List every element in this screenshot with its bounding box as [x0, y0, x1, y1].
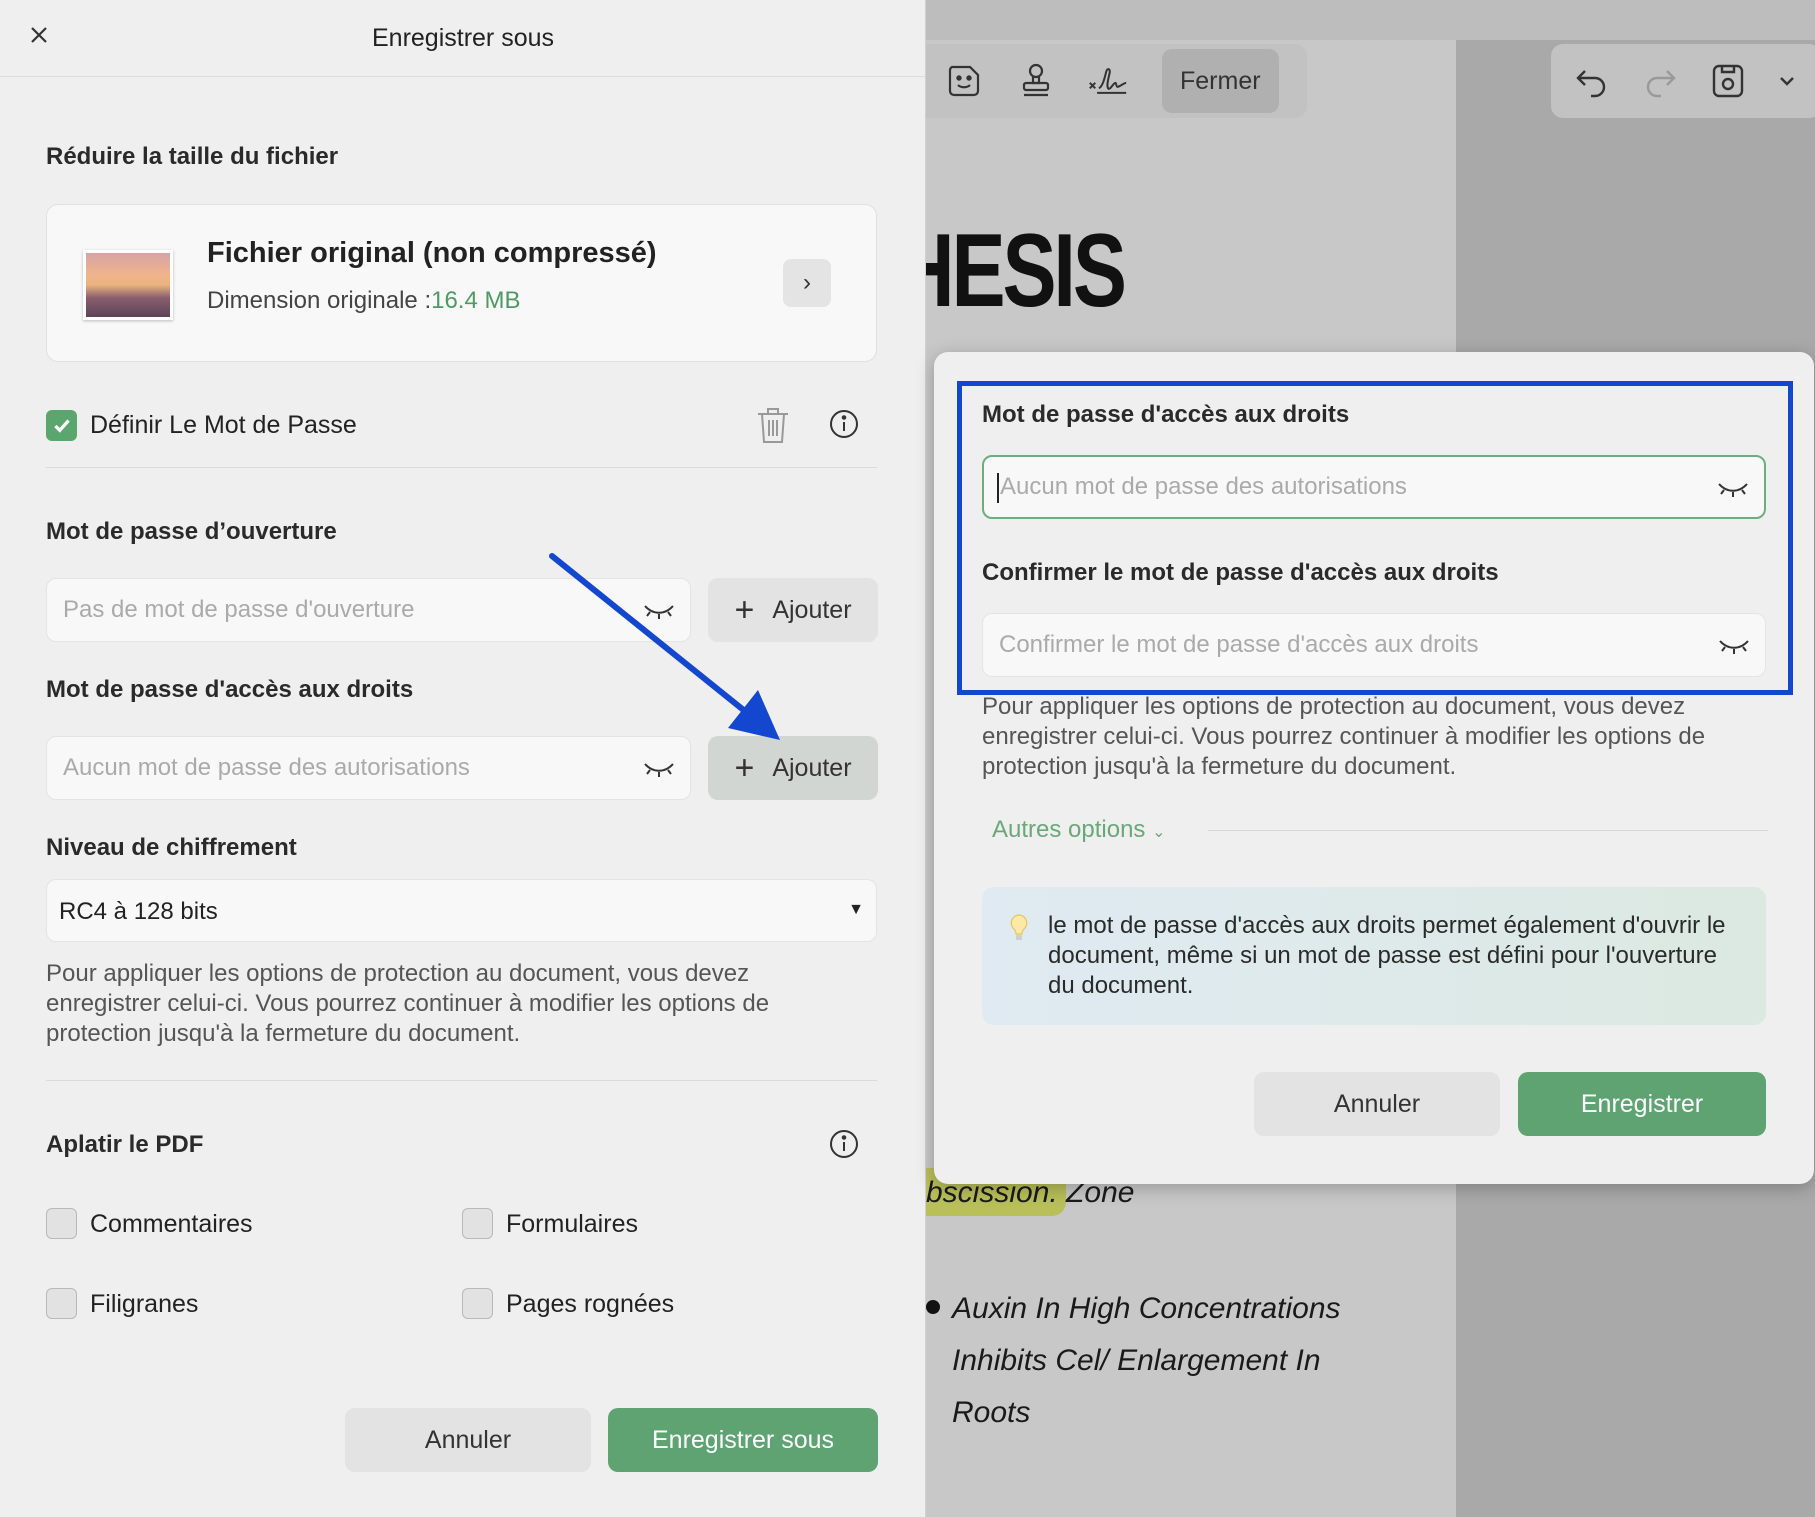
confirm-password-title: Confirmer le mot de passe d'accès aux dr… — [982, 559, 1499, 586]
document-heading: HESIS — [926, 213, 1127, 329]
trash-icon[interactable] — [754, 404, 792, 446]
dropdown-arrow-icon: ▼ — [848, 901, 864, 918]
eye-closed-icon[interactable] — [1717, 632, 1751, 658]
tip-box: le mot de passe d'accès aux droits perme… — [982, 887, 1766, 1025]
comments-label: Commentaires — [90, 1210, 253, 1238]
comments-checkbox[interactable] — [46, 1208, 77, 1239]
eye-closed-icon[interactable] — [642, 755, 676, 781]
eye-closed-icon[interactable] — [1716, 475, 1750, 501]
signature-icon[interactable] — [1086, 59, 1130, 103]
more-options-toggle[interactable]: Autres options ⌄ — [992, 816, 1166, 844]
file-size-label: Dimension originale : — [207, 287, 432, 314]
open-password-title: Mot de passe d’ouverture — [46, 518, 337, 545]
permissions-dialog-title: Mot de passe d'accès aux droits — [982, 401, 1350, 428]
set-password-row: Définir Le Mot de Passe — [46, 408, 877, 468]
encryption-level-value: RC4 à 128 bits — [59, 898, 218, 925]
permissions-password-input[interactable] — [47, 737, 690, 799]
dialog-header: Enregistrer sous — [0, 0, 926, 77]
bullet-icon — [926, 1300, 940, 1314]
add-open-password-button[interactable]: + Ajouter — [708, 578, 878, 642]
save-button[interactable]: Enregistrer — [1518, 1072, 1766, 1136]
sticker-icon[interactable] — [942, 59, 986, 103]
compression-option-card[interactable]: Fichier original (non compressé) Dimensi… — [46, 204, 877, 362]
undo-icon[interactable] — [1573, 62, 1611, 100]
open-password-field[interactable] — [46, 578, 691, 642]
flatten-title: Aplatir le PDF — [46, 1131, 204, 1158]
open-password-input[interactable] — [47, 579, 690, 641]
forms-label: Formulaires — [506, 1210, 638, 1238]
watermarks-checkbox[interactable] — [46, 1288, 77, 1319]
document-line: Roots — [952, 1396, 1031, 1429]
save-as-dialog: Enregistrer sous Réduire la taille du fi… — [0, 0, 926, 1517]
dialog-title: Enregistrer sous — [371, 24, 555, 52]
document-line: Auxin In High Concentrations — [952, 1292, 1341, 1325]
annotation-toolbar: Fermer — [926, 44, 1307, 118]
forms-checkbox[interactable] — [462, 1208, 493, 1239]
file-option-name: Fichier original (non compressé) — [207, 237, 657, 269]
watermarks-label: Filigranes — [90, 1290, 199, 1318]
window-top-strip — [926, 0, 1815, 40]
stamp-icon[interactable] — [1014, 59, 1058, 103]
tip-text: le mot de passe d'accès aux droits perme… — [1048, 912, 1726, 999]
protection-note: Pour appliquer les options de protection… — [46, 960, 770, 1047]
cancel-button[interactable]: Annuler — [345, 1408, 591, 1472]
confirm-password-field[interactable] — [982, 613, 1766, 677]
set-password-checkbox[interactable] — [46, 410, 77, 441]
plus-icon: + — [734, 591, 755, 629]
file-thumbnail — [83, 250, 173, 320]
info-icon[interactable] — [828, 1128, 860, 1160]
encryption-title: Niveau de chiffrement — [46, 834, 297, 861]
edit-toolbar — [1551, 44, 1815, 118]
cropped-pages-checkbox[interactable] — [462, 1288, 493, 1319]
permissions-password-dialog: Mot de passe d'accès aux droits Confirme… — [934, 352, 1814, 1184]
confirm-password-input[interactable] — [983, 614, 1765, 676]
chevron-down-icon: ⌄ — [1152, 824, 1166, 841]
eye-closed-icon[interactable] — [642, 597, 676, 623]
more-options-label: Autres options — [992, 816, 1146, 843]
permissions-password-field[interactable] — [982, 455, 1766, 519]
encryption-level-select[interactable]: RC4 à 128 bits ▼ — [46, 879, 877, 942]
cropped-pages-label: Pages rognées — [506, 1290, 675, 1318]
text-cursor — [997, 473, 999, 503]
save-icon[interactable] — [1709, 62, 1747, 100]
divider — [46, 1080, 877, 1081]
info-icon[interactable] — [828, 408, 860, 440]
add-permissions-password-button[interactable]: + Ajouter — [708, 736, 878, 800]
set-password-label: Définir Le Mot de Passe — [90, 411, 357, 439]
plus-icon: + — [734, 749, 755, 787]
protection-note: Pour appliquer les options de protection… — [982, 693, 1706, 780]
add-button-label: Ajouter — [772, 595, 852, 624]
permissions-password-input[interactable] — [984, 457, 1764, 517]
chevron-right-icon[interactable]: › — [783, 259, 831, 307]
permissions-password-title: Mot de passe d'accès aux droits — [46, 676, 414, 703]
lightbulb-icon — [1010, 914, 1028, 940]
divider — [1208, 830, 1768, 831]
file-size-line: Dimension originale :16.4 MB — [207, 287, 521, 315]
reduce-size-title: Réduire la taille du fichier — [46, 143, 339, 170]
document-line: Inhibits Cel/ Enlargement In — [952, 1344, 1321, 1377]
permissions-password-field[interactable] — [46, 736, 691, 800]
add-button-label: Ajouter — [772, 753, 852, 782]
cancel-button[interactable]: Annuler — [1254, 1072, 1500, 1136]
file-size-value: 16.4 MB — [431, 287, 521, 314]
chevron-down-icon[interactable] — [1777, 62, 1797, 100]
redo-icon[interactable] — [1641, 62, 1679, 100]
close-document-button[interactable]: Fermer — [1162, 49, 1279, 113]
save-as-button[interactable]: Enregistrer sous — [608, 1408, 878, 1472]
